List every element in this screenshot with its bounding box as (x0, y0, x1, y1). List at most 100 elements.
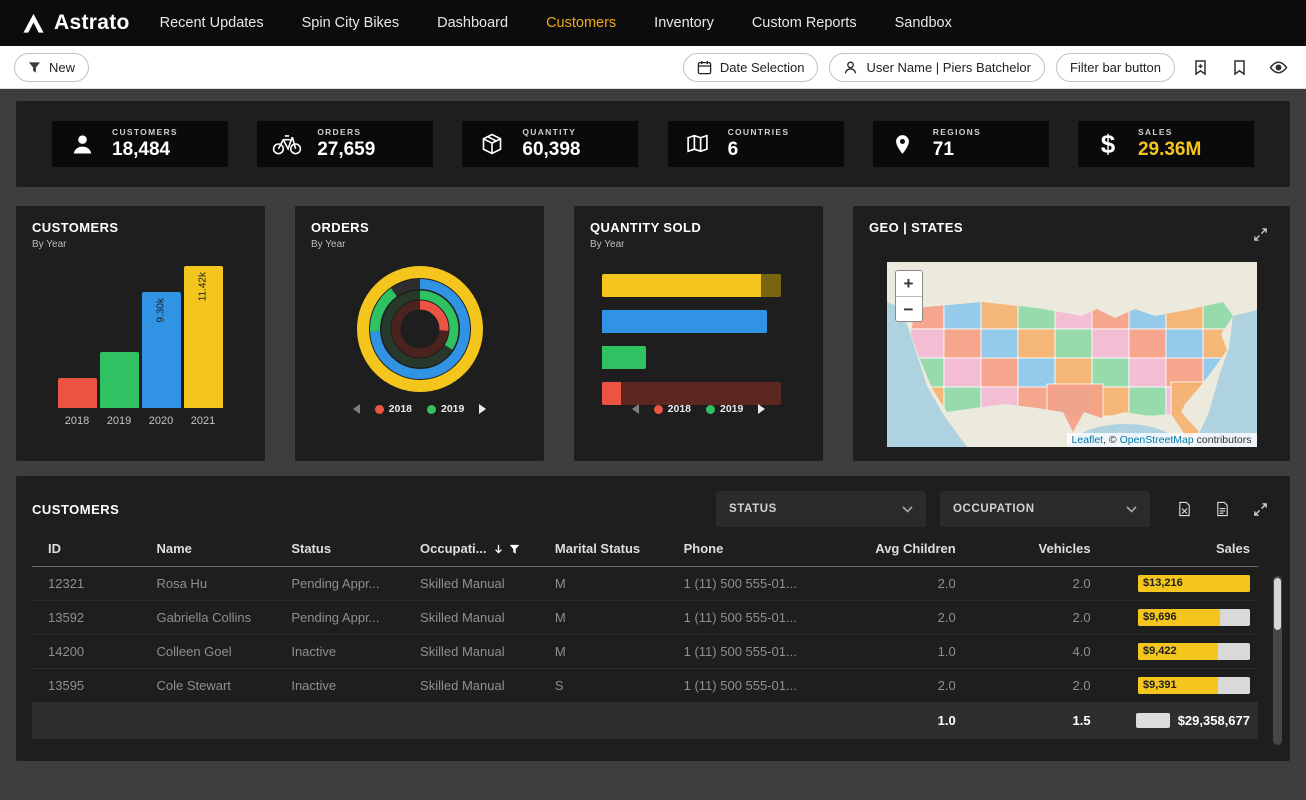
nav-item-sandbox[interactable]: Sandbox (895, 15, 952, 31)
cell-children: 2.0 (866, 601, 964, 635)
kpi-value: 27,659 (317, 139, 375, 161)
quantity-bar-chart (602, 274, 787, 405)
legend-item-2019[interactable]: 2019 (706, 403, 743, 415)
brand-logo[interactable]: Astrato (22, 11, 130, 35)
osm-link[interactable]: OpenStreetMap (1120, 434, 1194, 446)
top-nav: Astrato Recent Updates Spin City Bikes D… (0, 0, 1306, 46)
chart-legend: 2018 2019 (574, 403, 823, 415)
bar-2019[interactable] (100, 352, 139, 408)
leaflet-map[interactable]: + − Leaflet, © OpenStreetMap contribu (887, 262, 1257, 447)
bar-2018[interactable] (58, 378, 97, 408)
state-region[interactable] (1018, 358, 1055, 387)
legend-prev-button[interactable] (353, 404, 360, 414)
table-row[interactable]: 12321 Rosa Hu Pending Appr... Skilled Ma… (32, 567, 1258, 601)
hbar-2020[interactable] (602, 310, 787, 333)
state-region[interactable] (1129, 387, 1166, 416)
cell-phone: 1 (11) 500 555-01... (676, 567, 866, 601)
legend-item-2018[interactable]: 2018 (654, 403, 691, 415)
cell-vehicles: 4.0 (964, 635, 1099, 669)
column-header-status[interactable]: Status (283, 532, 412, 567)
state-region[interactable] (1092, 329, 1129, 358)
state-region[interactable] (1129, 358, 1166, 387)
filter-bar-button[interactable]: Filter bar button (1056, 53, 1175, 82)
x-tick: 2018 (58, 415, 97, 427)
column-header-name[interactable]: Name (148, 532, 283, 567)
export-excel-button[interactable] (1170, 495, 1198, 523)
bar-2021[interactable]: 11.42k (184, 266, 223, 408)
status-filter-dropdown[interactable]: STATUS (716, 491, 926, 527)
kpi-row: CUSTOMERS 18,484 ORDERS 27,659 QUANTITY … (16, 101, 1290, 187)
expand-table-button[interactable] (1246, 495, 1274, 523)
sales-bar: $9,391 (1138, 677, 1250, 694)
new-filter-button[interactable]: New (14, 53, 89, 82)
leaflet-link[interactable]: Leaflet (1072, 434, 1104, 446)
sales-bar: $9,422 (1138, 643, 1250, 660)
state-region[interactable] (944, 329, 981, 358)
bar-2020[interactable]: 9.30k (142, 292, 181, 408)
hbar-2019[interactable] (602, 346, 787, 369)
column-header-sales[interactable]: Sales (1099, 532, 1258, 567)
column-header-phone[interactable]: Phone (676, 532, 866, 567)
table-row[interactable]: 13595 Cole Stewart Inactive Skilled Manu… (32, 669, 1258, 703)
column-header-id[interactable]: ID (32, 532, 148, 567)
export-document-button[interactable] (1208, 495, 1236, 523)
legend-item-2019[interactable]: 2019 (427, 403, 464, 415)
column-header-vehicles[interactable]: Vehicles (964, 532, 1099, 567)
hbar-2018[interactable] (602, 382, 787, 405)
cell-marital: S (547, 669, 676, 703)
nav-item-inventory[interactable]: Inventory (654, 15, 714, 31)
new-button-label: New (49, 60, 75, 75)
state-region[interactable] (1055, 358, 1092, 387)
nav-item-spin-city-bikes[interactable]: Spin City Bikes (302, 15, 400, 31)
zoom-out-button[interactable]: − (896, 296, 922, 321)
map-zoom-control: + − (895, 270, 923, 322)
legend-dot (706, 405, 715, 414)
x-axis-labels: 2018 2019 2020 2021 (58, 415, 224, 427)
cell-children: 2.0 (866, 669, 964, 703)
occupation-filter-dropdown[interactable]: OCCUPATION (940, 491, 1150, 527)
zoom-in-button[interactable]: + (896, 271, 922, 296)
state-region[interactable] (1166, 329, 1203, 358)
nav-item-custom-reports[interactable]: Custom Reports (752, 15, 857, 31)
user-button[interactable]: User Name | Piers Batchelor (829, 53, 1045, 82)
legend-next-button[interactable] (479, 404, 486, 414)
legend-next-button[interactable] (758, 404, 765, 414)
column-header-avg-children[interactable]: Avg Children (866, 532, 964, 567)
state-region[interactable] (1092, 358, 1129, 387)
nav-item-customers[interactable]: Customers (546, 15, 616, 31)
cell-status: Pending Appr... (283, 567, 412, 601)
column-header-marital-status[interactable]: Marital Status (547, 532, 676, 567)
kpi-value: 60,398 (522, 139, 580, 161)
orders-donut-chart[interactable] (347, 256, 493, 402)
us-states-map[interactable] (887, 262, 1257, 447)
nav-item-recent-updates[interactable]: Recent Updates (160, 15, 264, 31)
expand-map-button[interactable] (1246, 220, 1274, 248)
scrollbar-thumb[interactable] (1274, 578, 1281, 630)
bookmark-icon[interactable] (1225, 53, 1253, 81)
legend-prev-button[interactable] (632, 404, 639, 414)
cell-status: Inactive (283, 635, 412, 669)
state-region[interactable] (1055, 329, 1092, 358)
nav-item-dashboard[interactable]: Dashboard (437, 15, 508, 31)
state-region[interactable] (1129, 329, 1166, 358)
column-header-occupation[interactable]: Occupati... (412, 532, 547, 567)
cell-id: 13592 (32, 601, 148, 635)
hbar-2021[interactable] (602, 274, 787, 297)
bar-value-label: 11.42k (198, 272, 209, 301)
panel-quantity-sold-by-year: QUANTITY SOLD By Year 2018 2019 (574, 206, 823, 461)
x-tick: 2019 (100, 415, 139, 427)
legend-item-2018[interactable]: 2018 (375, 403, 412, 415)
kpi-card-customers: CUSTOMERS 18,484 (52, 121, 228, 167)
state-region[interactable] (981, 358, 1018, 387)
kpi-value: 71 (933, 139, 981, 161)
sales-bar: $13,216 (1138, 575, 1250, 592)
date-selection-label: Date Selection (720, 60, 805, 75)
table-row[interactable]: 14200 Colleen Goel Inactive Skilled Manu… (32, 635, 1258, 669)
bookmark-add-icon[interactable] (1186, 53, 1214, 81)
table-row[interactable]: 13592 Gabriella Collins Pending Appr... … (32, 601, 1258, 635)
eye-icon[interactable] (1264, 53, 1292, 81)
state-region[interactable] (981, 329, 1018, 358)
state-region[interactable] (1018, 329, 1055, 358)
date-selection-button[interactable]: Date Selection (683, 53, 819, 82)
state-region[interactable] (944, 358, 981, 387)
